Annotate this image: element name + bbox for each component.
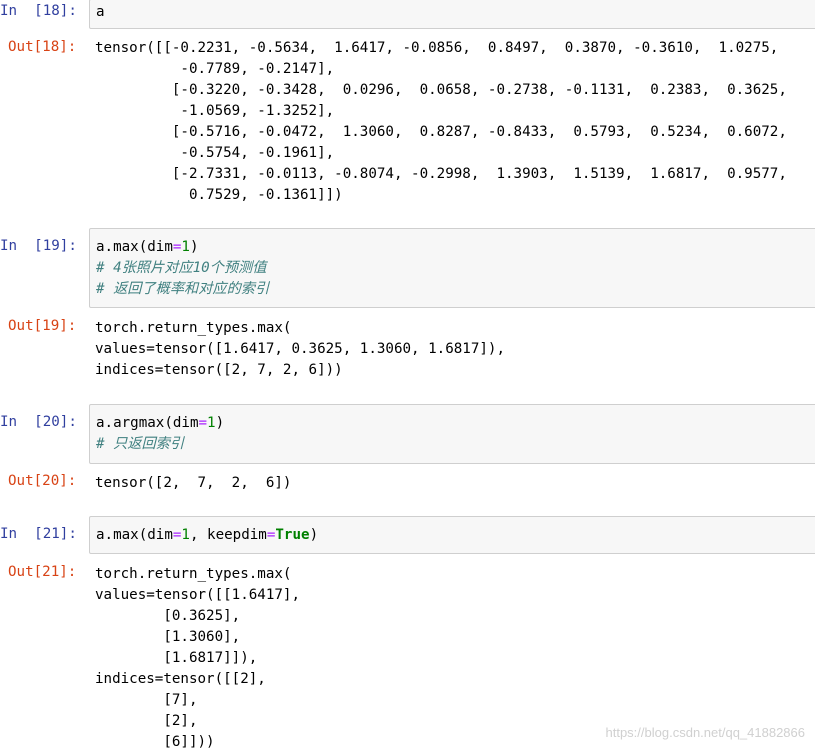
output-line: indices=tensor([2, 7, 2, 6])) <box>95 362 343 378</box>
output-line: values=tensor([[1.6417], <box>95 587 300 603</box>
out-prompt: Out[20]: <box>8 473 77 489</box>
output-line: -0.7789, -0.2147], <box>95 61 335 77</box>
in-prompt: In [20]: <box>0 414 77 430</box>
code-input-area[interactable]: a.max(dim=1, keepdim=True) <box>89 516 815 554</box>
output-line: tensor([2, 7, 2, 6]) <box>95 475 292 491</box>
output-area: tensor([2, 7, 2, 6]) <box>95 473 815 494</box>
code-input-area[interactable]: a.max(dim=1) # 4张照片对应10个预测值 # 返回了概率和对应的索… <box>89 228 815 308</box>
output-line: -1.0569, -1.3252], <box>95 103 335 119</box>
output-line: [-0.3220, -0.3428, 0.0296, 0.0658, -0.27… <box>95 82 787 98</box>
output-line: [1.3060], <box>95 629 241 645</box>
code-input-area[interactable]: a.argmax(dim=1) # 只返回索引 <box>89 404 815 464</box>
output-area: tensor([[-0.2231, -0.5634, 1.6417, -0.08… <box>95 38 815 206</box>
in-prompt: In [18]: <box>0 3 77 19</box>
output-line: [-2.7331, -0.0113, -0.8074, -0.2998, 1.3… <box>95 166 787 182</box>
code-line: a <box>96 4 105 20</box>
output-line: torch.return_types.max( <box>95 566 292 582</box>
code-comment: # 4张照片对应10个预测值 <box>96 260 267 276</box>
output-line: values=tensor([1.6417, 0.3625, 1.3060, 1… <box>95 341 505 357</box>
output-line: [-0.5716, -0.0472, 1.3060, 0.8287, -0.84… <box>95 124 787 140</box>
output-line: [7], <box>95 692 198 708</box>
output-line: indices=tensor([[2], <box>95 671 266 687</box>
output-area: torch.return_types.max( values=tensor([1… <box>95 318 815 381</box>
out-prompt: Out[19]: <box>8 318 77 334</box>
code-comment: # 返回了概率和对应的索引 <box>96 281 270 297</box>
code-line: a.max(dim=1) <box>96 239 199 255</box>
output-line: tensor([[-0.2231, -0.5634, 1.6417, -0.08… <box>95 40 779 56</box>
out-prompt: Out[21]: <box>8 564 77 580</box>
output-line: 0.7529, -0.1361]]) <box>95 187 343 203</box>
code-comment: # 只返回索引 <box>96 436 185 452</box>
output-line: -0.5754, -0.1961], <box>95 145 335 161</box>
watermark-text: https://blog.csdn.net/qq_41882866 <box>605 725 806 740</box>
in-prompt: In [19]: <box>0 238 77 254</box>
output-line: [0.3625], <box>95 608 241 624</box>
output-line: [1.6817]]), <box>95 650 258 666</box>
code-line: a.argmax(dim=1) <box>96 415 225 431</box>
code-line: a.max(dim=1, keepdim=True) <box>96 527 319 543</box>
in-prompt: In [21]: <box>0 526 77 542</box>
out-prompt: Out[18]: <box>8 39 77 55</box>
code-input-area[interactable]: a <box>89 0 815 29</box>
output-line: torch.return_types.max( <box>95 320 292 336</box>
